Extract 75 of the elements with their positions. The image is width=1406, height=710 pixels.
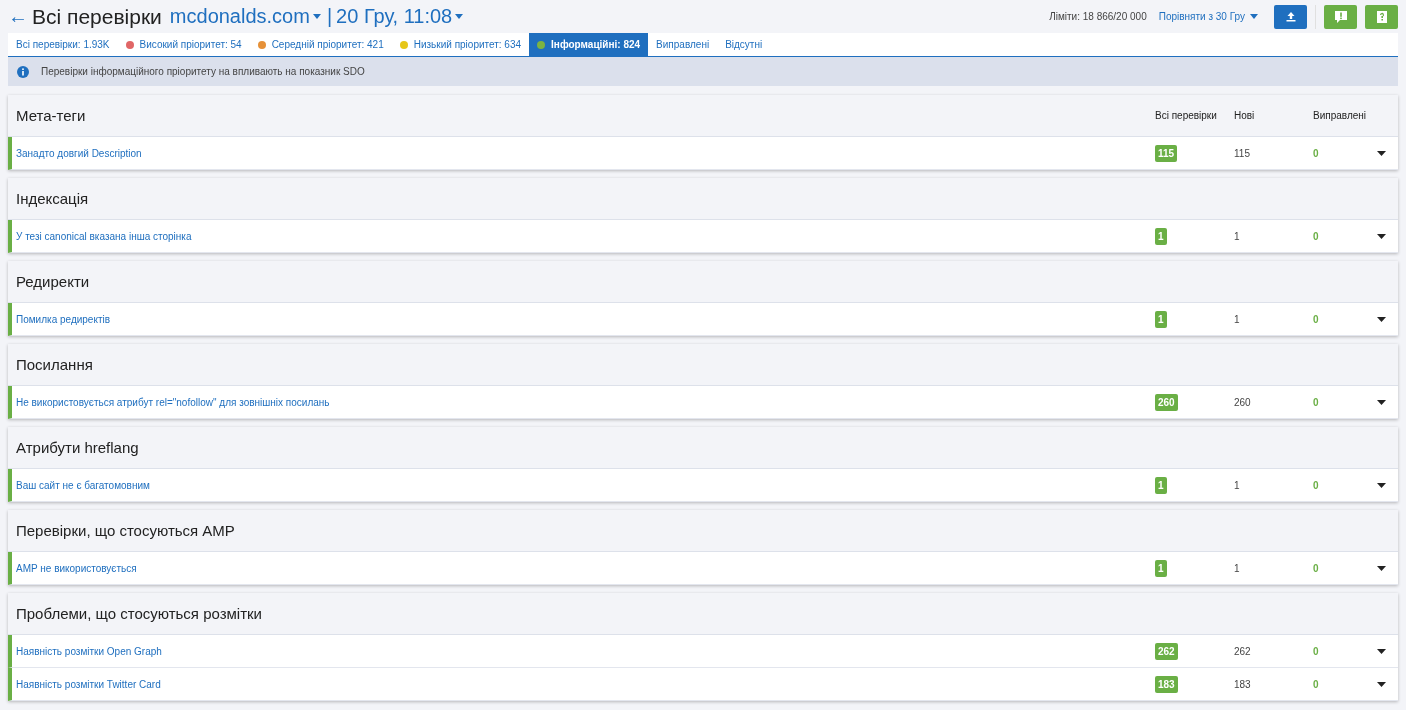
fixed-count: 0 [1313, 230, 1320, 242]
check-link[interactable]: Ваш сайт не є багатомовним [12, 479, 1155, 491]
notice-text: Перевірки інформаційного пріоритету на впливають на показник SDO [41, 66, 365, 77]
expand-caret-icon[interactable] [1377, 233, 1386, 239]
count-badge: 1 [1155, 310, 1167, 328]
upload-icon [1284, 10, 1297, 23]
date-dropdown[interactable]: 20 Гру, 11:08 [336, 5, 453, 28]
check-link[interactable]: У тезі canonical вказана інша сторінка [12, 230, 1155, 242]
new-count: 183 [1234, 678, 1252, 690]
fixed-count: 0 [1313, 313, 1320, 325]
new-count: 1 [1234, 479, 1241, 491]
count-badge: 260 [1155, 393, 1178, 411]
new-count: 1 [1234, 562, 1241, 574]
column-header: Всі перевірки [1155, 110, 1218, 121]
expand-caret-icon[interactable] [1377, 648, 1386, 654]
section-title: Атрибути hreflang [15, 439, 140, 456]
filter-tab[interactable]: Низький пріоритет: 634 [391, 33, 530, 56]
check-link[interactable]: Помилка редиректів [12, 313, 1155, 325]
caret-icon [312, 14, 321, 19]
filter-tab[interactable]: Всі перевірки: 1.93K [8, 33, 118, 56]
filter-tab[interactable]: Середній пріоритет: 421 [249, 33, 392, 56]
section-title: Індексація [15, 190, 90, 207]
new-count: 262 [1234, 645, 1252, 657]
check-link[interactable]: Наявність розмітки Twitter Card [12, 678, 1155, 690]
filter-tab[interactable]: Високий пріоритет: 54 [117, 33, 250, 56]
filter-tab[interactable]: Відсутні [717, 33, 771, 56]
info-icon [17, 65, 29, 78]
filter-tab[interactable]: Інформаційні: 824 [529, 33, 649, 56]
column-header: Виправлені [1313, 110, 1368, 121]
expand-caret-icon[interactable] [1377, 316, 1386, 322]
section-title: Мета-теги [15, 107, 87, 124]
count-badge: 262 [1155, 642, 1178, 660]
new-count: 115 [1234, 147, 1251, 159]
alert-message-icon [1333, 9, 1348, 24]
page-title: Всі перевірки [32, 4, 162, 29]
check-link[interactable]: AMP не використовується [12, 562, 1155, 574]
fixed-count: 0 [1313, 562, 1320, 574]
fixed-count: 0 [1313, 479, 1320, 491]
caret-icon [455, 14, 464, 19]
check-link[interactable]: Наявність розмітки Open Graph [12, 645, 1155, 657]
domain-dropdown[interactable]: mcdonalds.com [169, 5, 310, 28]
fixed-count: 0 [1313, 678, 1320, 690]
help-button[interactable] [1365, 4, 1398, 29]
compare-dropdown[interactable]: Порівняти з 30 Гру [1158, 11, 1245, 22]
column-header: Нові [1234, 110, 1256, 121]
section-title: Проблеми, що стосуються розмітки [15, 605, 263, 622]
section-title: Редиректи [15, 273, 91, 290]
new-count: 260 [1234, 396, 1252, 408]
count-badge: 1 [1155, 227, 1167, 245]
new-count: 1 [1234, 313, 1241, 325]
filter-tab[interactable]: Виправлені [648, 33, 718, 56]
expand-caret-icon[interactable] [1377, 399, 1386, 405]
feedback-button[interactable] [1324, 4, 1357, 29]
fixed-count: 0 [1313, 396, 1320, 408]
caret-icon [1250, 14, 1258, 19]
new-count: 1 [1234, 230, 1241, 242]
count-badge: 183 [1155, 675, 1178, 693]
expand-caret-icon[interactable] [1377, 150, 1386, 156]
expand-caret-icon[interactable] [1377, 482, 1386, 488]
limits-text: Ліміти: 18 866/20 000 [1049, 11, 1147, 22]
export-button[interactable] [1274, 4, 1307, 29]
count-badge: 1 [1155, 476, 1167, 494]
expand-caret-icon[interactable] [1377, 565, 1386, 571]
count-badge: 115 [1155, 144, 1178, 162]
separator: | [326, 5, 333, 28]
back-arrow[interactable]: ← [8, 5, 28, 28]
fixed-count: 0 [1313, 147, 1320, 159]
help-book-icon [1374, 9, 1389, 24]
check-link[interactable]: Занадто довгий Description [12, 147, 1155, 159]
expand-caret-icon[interactable] [1377, 681, 1386, 687]
count-badge: 1 [1155, 559, 1167, 577]
section-title: Перевірки, що стосуються AMP [15, 522, 236, 539]
section-title: Посилання [15, 356, 94, 373]
fixed-count: 0 [1313, 645, 1320, 657]
check-link[interactable]: Не використовується атрибут rel="nofollow" для зовнішніх посилань [12, 396, 1155, 408]
